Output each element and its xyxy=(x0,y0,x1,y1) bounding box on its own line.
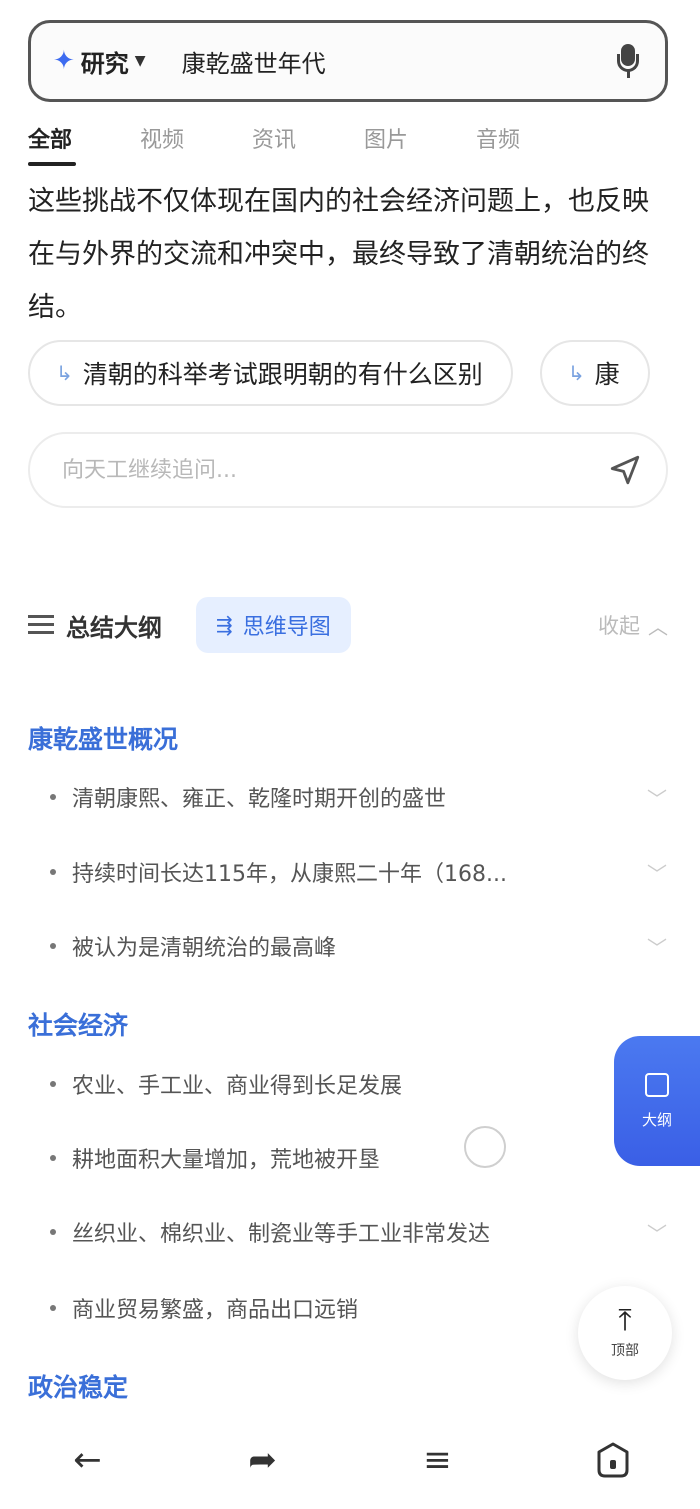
related-questions: ↳ 清朝的科举考试跟明朝的有什么区别 ↳ 康 xyxy=(28,340,700,410)
tab-label: 图片 xyxy=(364,128,409,153)
sparkle-icon: ✦ xyxy=(53,46,75,76)
tab-audio[interactable]: 音频 xyxy=(476,122,588,166)
search-bar[interactable]: ✦ 研究 ▼ 康乾盛世年代 xyxy=(28,20,668,102)
bullet-dot xyxy=(50,869,56,875)
bullet-dot xyxy=(50,1081,56,1087)
mode-label: 研究 xyxy=(80,49,129,78)
bullet-dot xyxy=(50,1229,56,1235)
outline-section-title[interactable]: 政治稳定 xyxy=(28,1368,128,1404)
search-query[interactable]: 康乾盛世年代 xyxy=(182,44,613,79)
chevron-down-icon[interactable]: ﹀ xyxy=(644,1218,670,1247)
tab-images[interactable]: 图片 xyxy=(364,122,476,166)
caret-down-icon: ▼ xyxy=(134,53,146,69)
mindmap-button[interactable]: ⇶ 思维导图 xyxy=(196,597,351,653)
active-tab-indicator xyxy=(28,162,76,166)
floating-outline-button[interactable]: 大纲 xyxy=(614,1036,700,1166)
outline-item[interactable]: 持续时间长达115年，从康熙二十年（168... ﹀ xyxy=(50,852,670,892)
outline-title: 总结大纲 xyxy=(66,613,162,642)
outline-item-text: 耕地面积大量增加，荒地被开垦 xyxy=(72,1148,381,1173)
tab-video[interactable]: 视频 xyxy=(140,122,252,166)
outline-item[interactable]: 清朝康熙、雍正、乾隆时期开创的盛世 ﹀ xyxy=(50,777,670,817)
followup-input[interactable] xyxy=(60,456,608,484)
outline-header: 总结大纲 ⇶ 思维导图 收起 ︿ xyxy=(28,596,668,654)
outline-item-text: 农业、手工业、商业得到长足发展 xyxy=(72,1074,403,1099)
outline-item[interactable]: 耕地面积大量增加，荒地被开垦 xyxy=(50,1138,670,1178)
tab-label: 视频 xyxy=(140,128,185,153)
arrow-icon: ↳ xyxy=(56,361,73,385)
related-question-chip[interactable]: ↳ 康 xyxy=(539,340,650,406)
bullet-dot xyxy=(50,943,56,949)
mindmap-label: 思维导图 xyxy=(242,615,331,640)
scroll-to-top-button[interactable]: ⤒ 顶部 xyxy=(578,1286,672,1380)
bottom-navigation: ← ➦ ≡ xyxy=(0,1422,700,1497)
chip-label: 清朝的科举考试跟明朝的有什么区别 xyxy=(82,360,483,389)
outline-item-text: 被认为是清朝统治的最高峰 xyxy=(72,936,337,961)
loading-spinner xyxy=(464,1126,506,1168)
result-tabs: 全部 视频 资讯 图片 音频 xyxy=(28,122,588,166)
tab-news[interactable]: 资讯 xyxy=(252,122,364,166)
top-label: 顶部 xyxy=(611,1343,639,1359)
menu-icon[interactable]: ≡ xyxy=(408,1430,468,1490)
chevron-down-icon[interactable]: ﹀ xyxy=(644,783,670,812)
tab-all[interactable]: 全部 xyxy=(28,122,140,166)
chip-label: 康 xyxy=(594,360,620,389)
tab-label: 音频 xyxy=(476,128,521,153)
collapse-label: 收起 xyxy=(598,614,640,638)
outline-item-text: 清朝康熙、雍正、乾隆时期开创的盛世 xyxy=(72,787,447,812)
followup-box xyxy=(28,432,668,508)
bullet-dot xyxy=(50,1155,56,1161)
bullet-dot xyxy=(50,1305,56,1311)
outline-item-text: 商业贸易繁盛，商品出口远销 xyxy=(72,1298,359,1323)
arrow-up-to-top-icon: ⤒ xyxy=(618,1303,632,1338)
outline-item[interactable]: 农业、手工业、商业得到长足发展 xyxy=(50,1064,670,1104)
outline-item[interactable]: 商业贸易繁盛，商品出口远销 xyxy=(50,1288,550,1328)
send-icon[interactable] xyxy=(608,453,642,487)
bullet-dot xyxy=(50,794,56,800)
outline-icon xyxy=(645,1072,669,1097)
home-icon[interactable] xyxy=(583,1430,643,1490)
outline-section-title[interactable]: 康乾盛世概况 xyxy=(28,720,178,756)
outline-item[interactable]: 被认为是清朝统治的最高峰 ﹀ xyxy=(50,926,670,966)
tab-label: 全部 xyxy=(28,128,73,153)
mindmap-icon: ⇶ xyxy=(216,613,233,637)
tab-label: 资讯 xyxy=(252,128,297,153)
chevron-up-icon: ︿ xyxy=(648,614,668,639)
arrow-icon: ↳ xyxy=(567,361,585,385)
microphone-icon[interactable] xyxy=(613,44,643,78)
outline-item-text: 持续时间长达115年，从康熙二十年（168... xyxy=(72,862,507,887)
outline-item-text: 丝织业、棉织业、制瓷业等手工业非常发达 xyxy=(72,1222,491,1247)
mode-selector[interactable]: ✦ 研究 ▼ xyxy=(53,44,146,79)
chevron-down-icon[interactable]: ﹀ xyxy=(644,932,670,961)
share-icon[interactable]: ➦ xyxy=(233,1430,293,1490)
outline-section-title[interactable]: 社会经济 xyxy=(28,1006,128,1042)
back-arrow-icon[interactable]: ← xyxy=(58,1430,118,1490)
chevron-down-icon[interactable]: ﹀ xyxy=(644,858,670,887)
list-icon xyxy=(28,615,54,635)
floating-outline-label: 大纲 xyxy=(641,1110,672,1129)
answer-paragraph: 这些挑战不仅体现在国内的社会经济问题上，也反映在与外界的交流和冲突中，最终导致了… xyxy=(28,186,649,323)
related-question-chip[interactable]: ↳ 清朝的科举考试跟明朝的有什么区别 xyxy=(28,340,513,406)
collapse-button[interactable]: 收起 ︿ xyxy=(598,610,668,640)
outline-item[interactable]: 丝织业、棉织业、制瓷业等手工业非常发达 ﹀ xyxy=(50,1212,670,1252)
